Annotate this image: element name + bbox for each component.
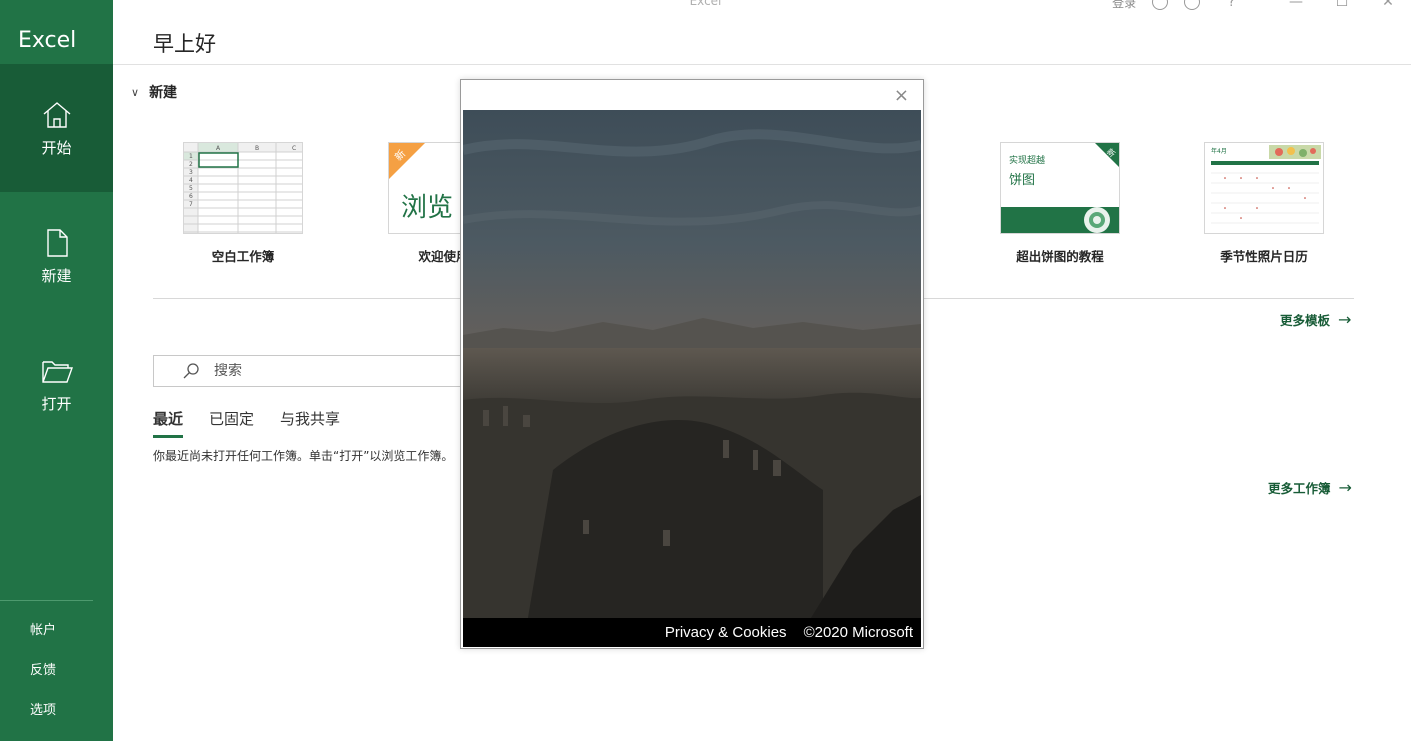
svg-text:1: 1: [189, 153, 193, 160]
template-label: 空白工作簿: [211, 249, 275, 264]
sidebar-item-label: 开始: [41, 138, 72, 157]
close-icon[interactable]: ×: [894, 85, 909, 106]
sidebar-item-feedback[interactable]: 反馈: [0, 659, 86, 678]
sidebar-item-label: 新建: [41, 266, 72, 285]
app-name: Excel: [18, 28, 77, 53]
more-templates-label: 更多模板: [1280, 313, 1331, 328]
background-landscape-image: Privacy & Cookies ©2020 Microsoft: [463, 110, 921, 647]
template-thumbnail: ABC 123 4567: [183, 142, 303, 234]
sidebar-item-open[interactable]: 打开: [0, 320, 113, 448]
svg-text:4: 4: [189, 177, 193, 184]
section-title: 新建: [149, 85, 178, 101]
chevron-down-icon: ∨: [131, 85, 140, 99]
template-label: 季节性照片日历: [1220, 249, 1308, 264]
svg-text:B: B: [255, 145, 259, 152]
svg-text:7: 7: [189, 201, 193, 208]
new-section-toggle[interactable]: ∨ 新建: [131, 82, 177, 102]
tab-shared[interactable]: 与我共享: [280, 408, 340, 438]
svg-text:2: 2: [189, 161, 193, 168]
sign-in-dialog: × Privacy & Cookies ©2020 Microsoft: [460, 79, 924, 649]
sidebar-divider: [0, 600, 93, 601]
calendar-icon: 年4月: [1211, 145, 1321, 224]
page-title: 早上好: [153, 32, 216, 56]
privacy-cookies-link[interactable]: Privacy & Cookies: [665, 624, 787, 641]
tab-recent[interactable]: 最近: [153, 408, 184, 438]
smiley-feedback-icon[interactable]: [1152, 0, 1169, 10]
more-workbooks-link[interactable]: 更多工作簿 →: [1268, 478, 1352, 497]
search-icon: [183, 363, 199, 379]
empty-recent-message: 你最近尚未打开任何工作簿。单击“打开”以浏览工作簿。: [153, 449, 454, 463]
svg-text:5: 5: [189, 185, 193, 192]
svg-text:C: C: [292, 145, 296, 152]
maximize-icon[interactable]: ☐: [1319, 0, 1365, 12]
sidebar-item-account[interactable]: 帐户: [0, 619, 86, 638]
search-box[interactable]: [153, 355, 473, 387]
recent-tabs: 最近 已固定 与我共享: [153, 408, 366, 438]
backstage-sidebar: Excel 开始 新建 打开 帐户 反馈 选项: [0, 0, 113, 741]
dialog-footer: Privacy & Cookies ©2020 Microsoft: [463, 618, 921, 647]
template-seasonal-calendar[interactable]: 年4月 季节性照片日历: [1204, 142, 1324, 264]
new-file-icon: [46, 228, 68, 257]
svg-text:年4月: 年4月: [1211, 147, 1227, 155]
window-close-icon[interactable]: ✕: [1365, 0, 1411, 12]
sidebar-item-new[interactable]: 新建: [0, 192, 113, 320]
pie-chart-icon: 新: [1001, 143, 1119, 233]
tab-pinned[interactable]: 已固定: [209, 408, 254, 438]
sidebar-item-label: 打开: [41, 394, 72, 413]
more-workbooks-label: 更多工作簿: [1268, 481, 1331, 496]
template-thumbnail: 实现超越 饼图 新: [1000, 142, 1120, 234]
template-thumb-text: 浏览: [401, 193, 454, 223]
copyright-text: ©2020 Microsoft: [803, 624, 913, 641]
template-blank-workbook[interactable]: ABC 123 4567 空白工作簿: [183, 142, 303, 264]
template-thumbnail: 年4月: [1204, 142, 1324, 234]
svg-text:6: 6: [189, 193, 193, 200]
template-label: 超出饼图的教程: [1016, 249, 1104, 264]
title-bar-controls: 登录 ? — ☐ ✕: [1112, 0, 1411, 12]
template-pie-tutorial[interactable]: 实现超越 饼图 新 超出饼图的教程: [1000, 142, 1120, 264]
arrow-right-icon: →: [1338, 310, 1352, 329]
folder-open-icon: [41, 360, 73, 383]
city-landscape-image: [463, 110, 921, 647]
spreadsheet-grid-icon: ABC 123 4567: [184, 143, 302, 233]
svg-text:3: 3: [189, 169, 193, 176]
search-input[interactable]: [214, 363, 444, 379]
minimize-icon[interactable]: —: [1273, 0, 1319, 12]
divider: [113, 64, 1411, 65]
arrow-right-icon: →: [1338, 478, 1352, 497]
help-button[interactable]: ?: [1228, 0, 1235, 10]
home-icon: [43, 101, 70, 128]
signin-link[interactable]: 登录: [1112, 0, 1136, 11]
more-templates-link[interactable]: 更多模板 →: [1280, 310, 1351, 329]
frown-feedback-icon[interactable]: [1184, 0, 1201, 10]
sidebar-item-home[interactable]: 开始: [0, 64, 113, 192]
sidebar-item-options[interactable]: 选项: [0, 699, 86, 718]
